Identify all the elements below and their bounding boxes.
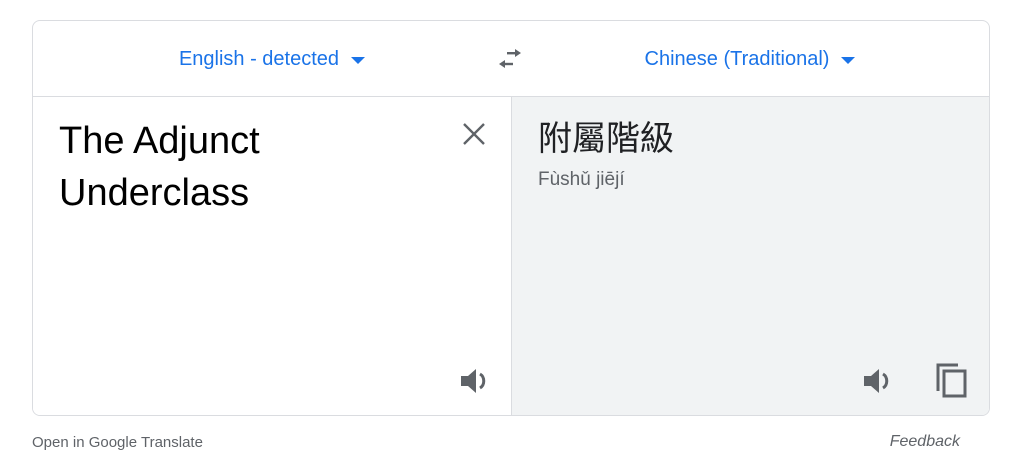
target-language-label: Chinese (Traditional) xyxy=(644,47,830,70)
open-in-google-translate-link[interactable]: Open in Google Translate xyxy=(32,434,203,451)
caret-down-icon xyxy=(351,57,366,64)
translation-text: 附屬階級 xyxy=(538,120,674,158)
source-language-selector[interactable]: English - detected xyxy=(33,21,511,97)
caret-down-icon xyxy=(841,57,856,64)
translation-romanization: Fùshǔ jiējí xyxy=(538,169,625,190)
feedback-link[interactable]: Feedback xyxy=(890,433,960,451)
target-language-selector[interactable]: Chinese (Traditional) xyxy=(511,21,989,97)
source-language-label: English - detected xyxy=(178,47,340,70)
speaker-icon xyxy=(864,369,889,393)
source-pane[interactable]: The Adjunct Underclass xyxy=(33,97,511,415)
clear-source-button[interactable] xyxy=(459,119,489,149)
translate-widget: English - detected Chinese (Traditional)… xyxy=(32,20,990,416)
listen-source-button[interactable] xyxy=(457,363,493,399)
source-text-input[interactable]: The Adjunct Underclass xyxy=(59,115,439,219)
target-pane: 附屬階級 Fùshǔ jiējí xyxy=(511,97,989,415)
copy-translation-button[interactable] xyxy=(934,361,970,399)
speaker-icon xyxy=(461,369,486,393)
listen-translation-button[interactable] xyxy=(860,363,896,399)
copy-icon xyxy=(936,363,967,398)
language-bar: English - detected Chinese (Traditional) xyxy=(33,21,989,97)
close-icon xyxy=(463,123,485,145)
